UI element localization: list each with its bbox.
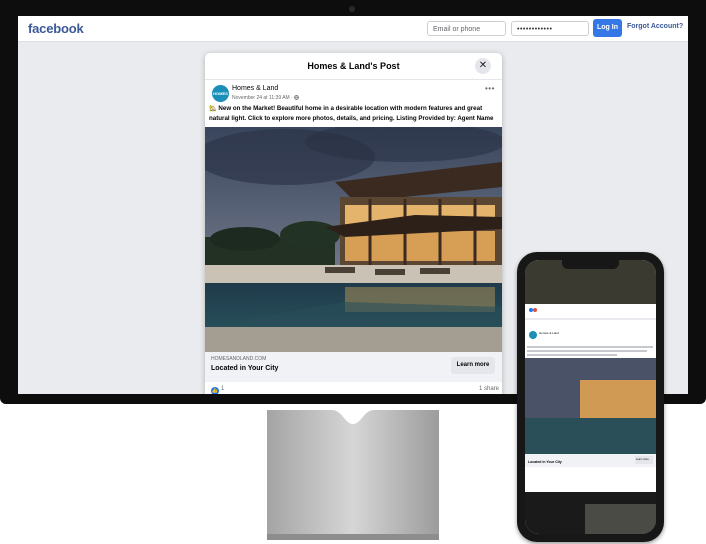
learn-more-button[interactable]: Learn more [451,357,495,374]
facebook-header: facebook Email or phone •••••••••••• Log… [18,16,688,42]
close-icon[interactable]: ✕ [475,58,491,74]
avatar[interactable]: HOMES [212,85,229,102]
monitor-stand [267,410,439,540]
phone-page-name[interactable]: Homes & Land [539,331,559,335]
link-domain: HOMESANDLAND.COM [211,356,267,362]
phone-screen: Homes & Land Located in Your City Learn … [525,260,656,534]
camera [349,6,355,12]
page-name[interactable]: Homes & Land [232,85,278,92]
post-date: November 24 at 11:39 AM · [232,95,300,101]
login-button[interactable]: Log In [593,19,622,37]
like-icon[interactable]: 👍 [211,387,219,394]
link-preview[interactable]: HOMESANDLAND.COM Located in Your City Le… [205,352,502,382]
globe-icon [294,95,300,101]
facebook-logo[interactable]: facebook [28,21,84,36]
phone-content [525,260,656,534]
listing-photo[interactable] [205,127,502,352]
modal-title: Homes & Land's Post [307,61,400,71]
email-field[interactable]: Email or phone [427,21,506,36]
like-count[interactable]: 1 [221,386,224,392]
modal-header: Homes & Land's Post ✕ [205,53,502,80]
phone-learn-more-button[interactable]: Learn more [636,458,649,461]
post-text: 🏡 New on the Market! Beautiful home in a… [209,105,494,122]
phone-link-title[interactable]: Located in Your City [528,460,562,464]
smartphone: Homes & Land Located in Your City Learn … [517,252,664,542]
link-title[interactable]: Located in Your City [211,365,278,372]
more-icon[interactable]: ••• [485,84,495,93]
post-date-text: November 24 at 11:39 AM · [232,95,295,101]
password-field[interactable]: •••••••••••• [511,21,589,36]
forgot-account-link[interactable]: Forgot Account? [627,23,683,30]
phone-notch [562,260,619,269]
post-modal: Homes & Land's Post ✕ HOMES Homes & Land… [205,53,502,394]
share-count[interactable]: 1 share [479,386,499,392]
